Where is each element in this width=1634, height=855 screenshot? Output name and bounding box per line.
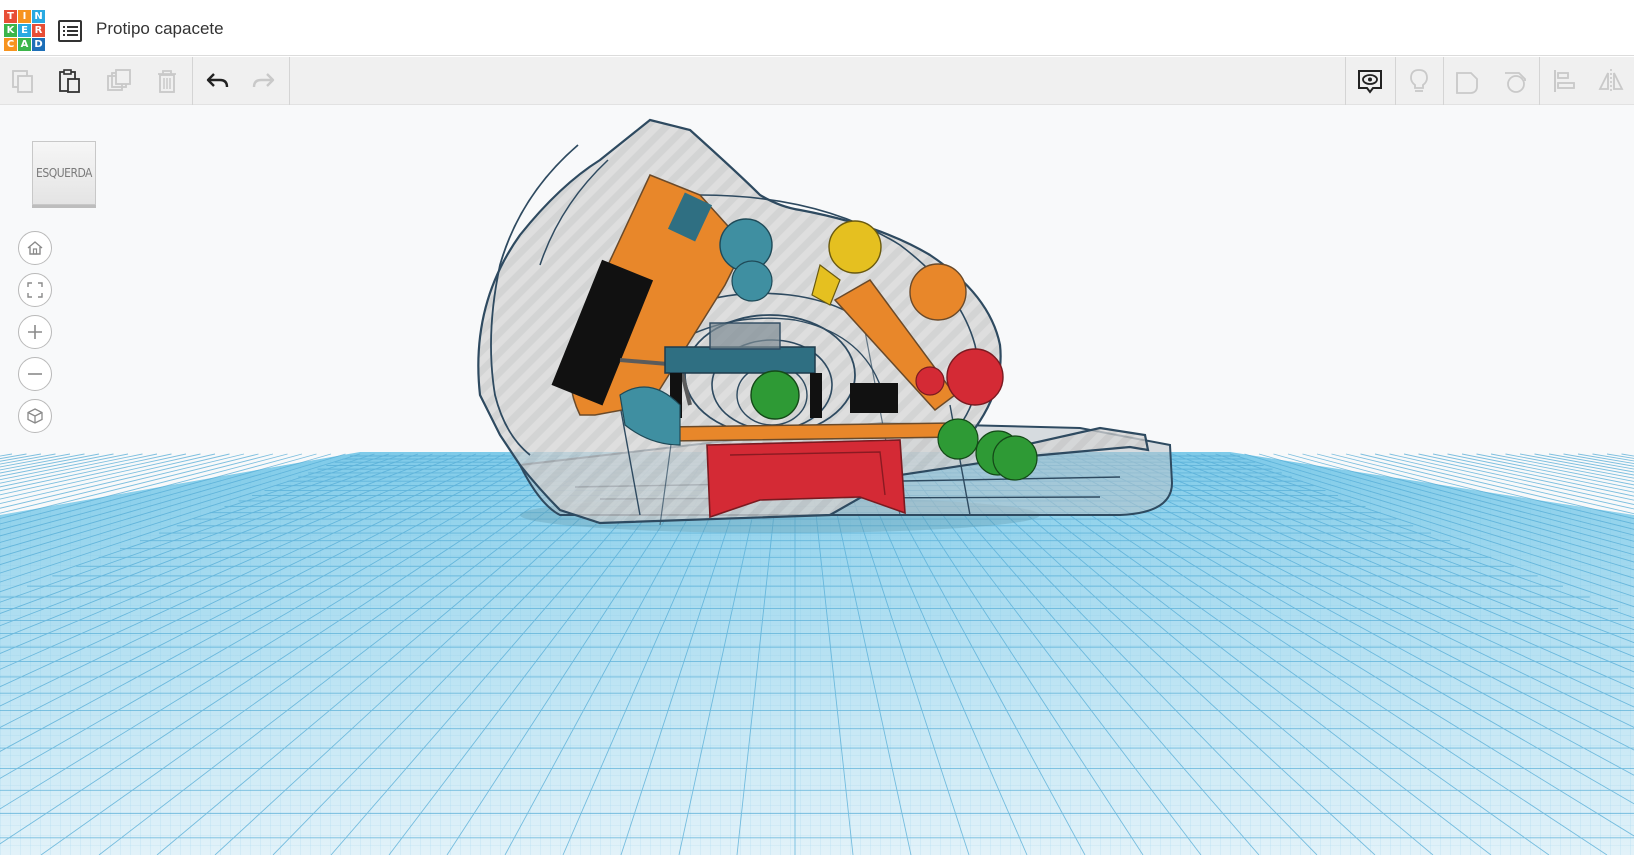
viewcube[interactable]: ESQUERDA (32, 141, 96, 205)
home-icon[interactable] (18, 231, 52, 265)
lightbulb-icon[interactable] (1396, 57, 1442, 105)
logo-letter: I (18, 10, 31, 23)
logo-letter: R (32, 24, 45, 37)
logo-letter: K (4, 24, 17, 37)
duplicate-icon[interactable] (96, 57, 142, 105)
tinkercad-editor: TIN KER CAD Protipo capacete ESQUERDA (0, 0, 1634, 855)
plus-icon[interactable] (18, 315, 52, 349)
fit-icon[interactable] (18, 273, 52, 307)
tinkercad-logo[interactable]: TIN KER CAD (4, 10, 46, 52)
toolbar-divider (1539, 57, 1540, 105)
title-bar: TIN KER CAD Protipo capacete (0, 0, 1634, 56)
copy-icon[interactable] (0, 57, 46, 105)
redo-icon[interactable] (241, 57, 287, 105)
logo-letter: E (18, 24, 31, 37)
trash-icon[interactable] (144, 57, 190, 105)
logo-letter: C (4, 38, 17, 51)
toolbar-divider (289, 57, 290, 105)
scene-canvas[interactable] (0, 105, 1634, 855)
toolbar-divider (1345, 57, 1346, 105)
logo-letter: A (18, 38, 31, 51)
undo-icon[interactable] (194, 57, 240, 105)
logo-letter: D (32, 38, 45, 51)
design-title[interactable]: Protipo capacete (96, 19, 224, 39)
designs-list-icon[interactable] (58, 20, 82, 42)
paste-icon[interactable] (47, 57, 93, 105)
cube-icon[interactable] (18, 399, 52, 433)
minus-icon[interactable] (18, 357, 52, 391)
3d-viewport[interactable]: ESQUERDA (0, 105, 1634, 855)
toolbar-divider (192, 57, 193, 105)
helmet-model[interactable] (477, 118, 1174, 533)
shape-icon[interactable] (1444, 57, 1490, 105)
note-eye-icon[interactable] (1347, 57, 1393, 105)
logo-letter: N (32, 10, 45, 23)
logo-letter: T (4, 10, 17, 23)
hole-shape-icon[interactable] (1492, 57, 1538, 105)
mirror-icon[interactable] (1588, 57, 1634, 105)
viewcube-face-label: ESQUERDA (36, 166, 92, 180)
edit-toolbar (0, 57, 1634, 105)
align-icon[interactable] (1541, 57, 1587, 105)
